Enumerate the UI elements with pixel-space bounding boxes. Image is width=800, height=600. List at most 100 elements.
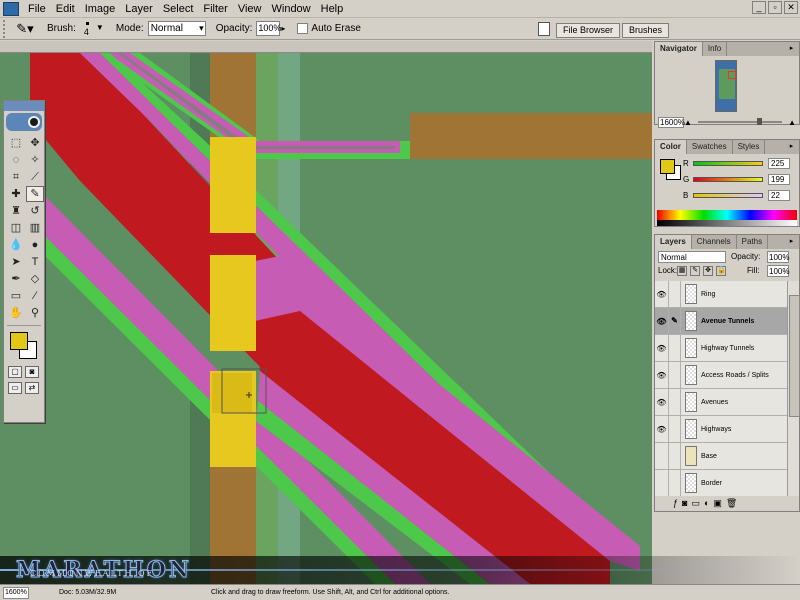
layer-link-slot[interactable] <box>669 335 681 361</box>
tab-paths[interactable]: Paths <box>737 235 769 249</box>
document-canvas[interactable] <box>0 41 652 584</box>
blue-value[interactable]: 22 <box>768 189 790 201</box>
panel-menu-icon[interactable]: ▸ <box>787 44 796 53</box>
pencil-icon[interactable]: ✎▾ <box>13 20 37 38</box>
marquee-tool-icon[interactable]: ⬚ <box>7 135 25 151</box>
menu-filter[interactable]: Filter <box>198 1 232 17</box>
zoom-slider[interactable] <box>697 118 783 125</box>
tab-color[interactable]: Color <box>655 140 687 154</box>
lock-all-icon[interactable]: 🔒 <box>716 266 726 276</box>
trash-icon[interactable]: 🗑 <box>726 498 737 509</box>
menu-file[interactable]: File <box>23 1 51 17</box>
layer-style-icon[interactable]: ƒ <box>673 498 678 508</box>
tab-file-browser[interactable]: File Browser <box>556 23 621 38</box>
document-size-info[interactable]: Doc: 5.03M/32.9M <box>59 589 169 596</box>
lock-image-icon[interactable]: ✎ <box>690 266 700 276</box>
visibility-eye-icon[interactable]: 👁 <box>655 335 669 361</box>
menu-layer[interactable]: Layer <box>120 1 158 17</box>
green-value[interactable]: 199 <box>768 173 790 185</box>
document-titlebar[interactable] <box>0 41 652 53</box>
blue-slider[interactable] <box>693 192 763 198</box>
eraser-icon[interactable]: ◫ <box>7 220 25 236</box>
brush-edit-icon[interactable]: ✎ <box>669 308 681 334</box>
visibility-eye-icon[interactable]: 👁 <box>655 362 669 388</box>
auto-erase-checkbox[interactable] <box>297 23 309 34</box>
menu-help[interactable]: Help <box>316 1 349 17</box>
visibility-eye-icon[interactable]: 👁 <box>655 308 669 334</box>
menu-window[interactable]: Window <box>267 1 316 17</box>
imageready-icon[interactable]: ⇄ <box>25 382 39 394</box>
new-layer-icon[interactable]: ▣ <box>713 498 722 509</box>
adjustment-layer-icon[interactable]: ◐ <box>704 498 709 508</box>
visibility-eye-icon[interactable] <box>655 470 669 496</box>
layer-row[interactable]: 👁 Highways <box>655 416 789 443</box>
eyedropper-icon[interactable]: ⁄ <box>26 288 44 304</box>
layer-row[interactable]: 👁 Highway Tunnels <box>655 335 789 362</box>
toolbox-titlebar[interactable] <box>4 101 44 111</box>
clone-stamp-icon[interactable]: ♜ <box>7 203 25 219</box>
hand-tool-icon[interactable]: ✋ <box>7 305 25 321</box>
color-spectrum[interactable] <box>657 210 797 226</box>
green-slider[interactable] <box>693 176 763 182</box>
gradient-icon[interactable]: ▥ <box>26 220 44 236</box>
tab-layers[interactable]: Layers <box>655 235 692 249</box>
layer-link-slot[interactable] <box>669 389 681 415</box>
color-foreground-swatch[interactable] <box>660 159 675 174</box>
layer-row[interactable]: 👁 Ring <box>655 281 789 308</box>
notes-tool-icon[interactable]: ▭ <box>7 288 25 304</box>
opacity-arrow-icon[interactable]: ▸ <box>281 24 285 33</box>
tab-channels[interactable]: Channels <box>692 235 737 249</box>
visibility-eye-icon[interactable]: 👁 <box>655 416 669 442</box>
tab-swatches[interactable]: Swatches <box>687 140 733 154</box>
panel-menu-icon[interactable]: ▸ <box>787 142 796 151</box>
crop-tool-icon[interactable]: ⌗ <box>7 169 25 185</box>
shape-tool-icon[interactable]: ◇ <box>26 271 44 287</box>
document-icon[interactable] <box>538 22 550 36</box>
zoom-in-icon[interactable]: ▲ <box>788 118 796 127</box>
type-tool-icon[interactable]: T <box>26 254 44 270</box>
layer-row[interactable]: Border <box>655 470 789 496</box>
photoshop-app-icon[interactable] <box>3 1 19 16</box>
tab-styles[interactable]: Styles <box>733 140 766 154</box>
pencil-tool-icon[interactable]: ✎ <box>26 186 44 202</box>
tab-info[interactable]: Info <box>703 42 728 56</box>
dodge-tool-icon[interactable]: ● <box>26 237 44 253</box>
menu-select[interactable]: Select <box>158 1 199 17</box>
new-set-icon[interactable]: ▭ <box>691 498 700 509</box>
standard-mode-icon[interactable]: ▢ <box>8 366 22 378</box>
menu-view[interactable]: View <box>233 1 267 17</box>
visibility-eye-icon[interactable]: 👁 <box>655 281 669 307</box>
visibility-eye-icon[interactable]: 👁 <box>655 389 669 415</box>
tab-brushes[interactable]: Brushes <box>622 23 670 38</box>
menu-image[interactable]: Image <box>80 1 121 17</box>
options-bar-grip[interactable] <box>3 19 7 38</box>
foreground-color-swatch[interactable] <box>10 332 28 350</box>
layer-list-scrollbar[interactable] <box>787 281 800 496</box>
pen-tool-icon[interactable]: ✒ <box>7 271 25 287</box>
visibility-eye-icon[interactable] <box>655 443 669 469</box>
mode-select[interactable]: Normal <box>147 21 206 36</box>
fill-field[interactable]: 100% <box>767 265 789 277</box>
status-zoom-field[interactable]: 1600% <box>3 586 29 599</box>
minimize-button[interactable]: _ <box>752 1 766 14</box>
layer-link-slot[interactable] <box>669 443 681 469</box>
path-selection-icon[interactable]: ➤ <box>7 254 25 270</box>
panel-menu-icon[interactable]: ▸ <box>787 237 796 246</box>
magic-wand-icon[interactable]: ✧ <box>26 152 44 168</box>
tab-navigator[interactable]: Navigator <box>655 42 703 56</box>
layer-link-slot[interactable] <box>669 281 681 307</box>
layer-opacity-field[interactable]: 100% <box>767 251 789 263</box>
layer-mask-icon[interactable]: ◙ <box>682 498 687 508</box>
layer-row[interactable]: Base <box>655 443 789 470</box>
quick-mask-icon[interactable]: ◙ <box>25 366 39 378</box>
layer-row[interactable]: 👁 ✎ Avenue Tunnels <box>655 308 789 335</box>
red-value[interactable]: 225 <box>768 157 790 169</box>
navigator-thumbnail[interactable] <box>657 58 797 114</box>
brush-picker[interactable]: 4 ▼ <box>80 20 106 38</box>
history-brush-icon[interactable]: ↺ <box>26 203 44 219</box>
close-button[interactable]: ✕ <box>784 1 798 14</box>
red-slider[interactable] <box>693 160 763 166</box>
screen-mode-icon[interactable]: ▭ <box>8 382 22 394</box>
blur-tool-icon[interactable]: 💧 <box>7 237 25 253</box>
layer-link-slot[interactable] <box>669 470 681 496</box>
